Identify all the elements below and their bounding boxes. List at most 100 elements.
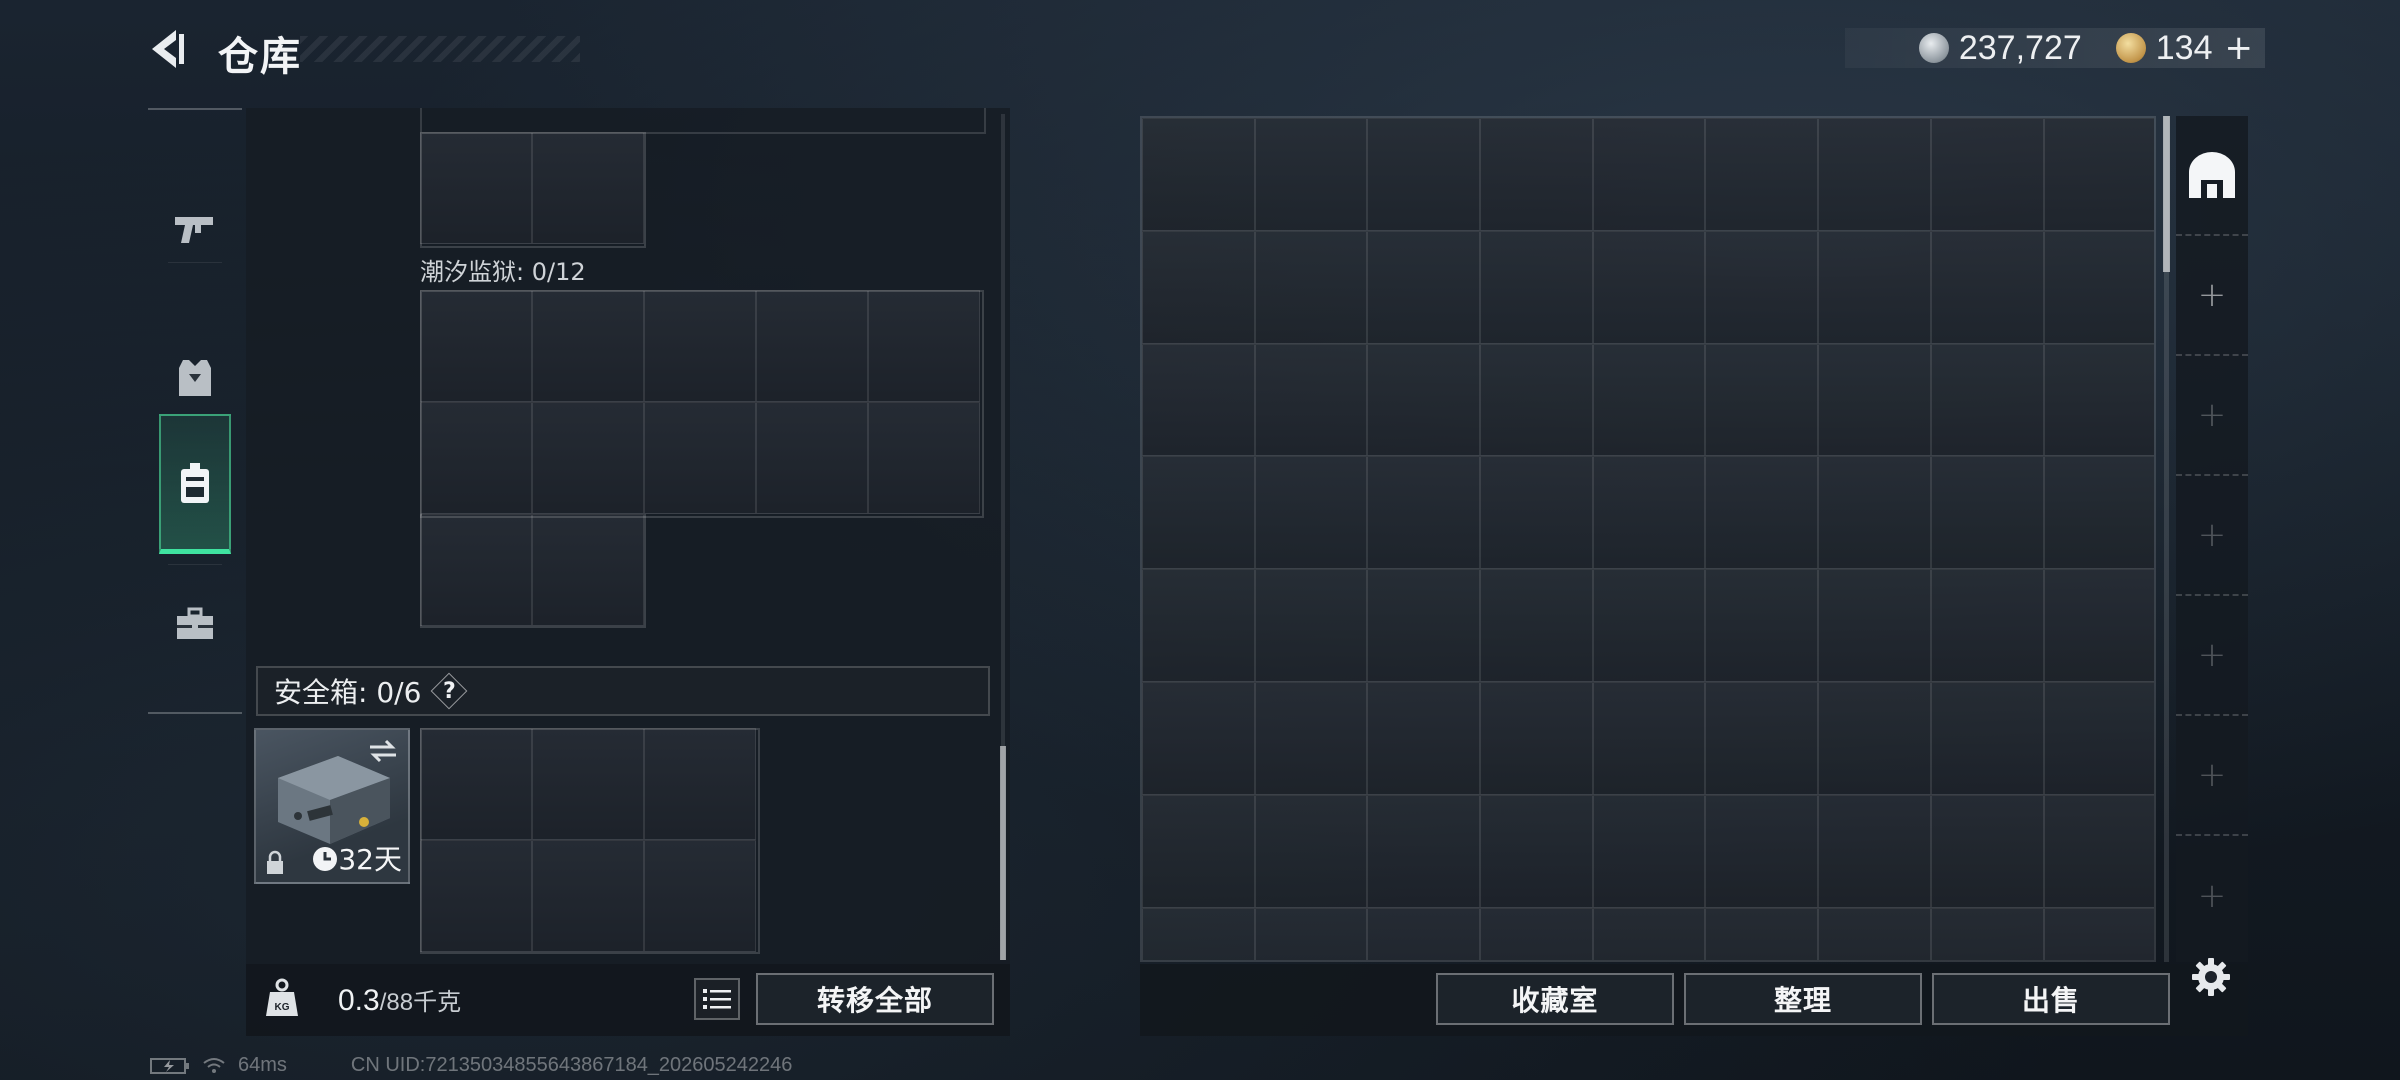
inventory-slot[interactable]	[420, 514, 532, 626]
inventory-slot[interactable]	[644, 402, 756, 514]
stash-slot[interactable]	[1480, 230, 1593, 344]
stash-slot[interactable]	[1592, 343, 1706, 457]
safe-box-slot[interactable]	[420, 728, 532, 840]
stash-slot[interactable]	[1930, 118, 2044, 231]
stash-slot[interactable]	[1480, 569, 1593, 682]
stash-slot[interactable]	[1592, 681, 1706, 795]
inventory-slot[interactable]	[868, 290, 980, 402]
safe-box-item[interactable]: 32天	[254, 728, 410, 884]
stash-slot[interactable]	[1367, 681, 1481, 795]
stash-slot[interactable]	[2043, 569, 2154, 682]
safe-box-slot[interactable]	[644, 728, 756, 840]
add-currency-button[interactable]: +	[2225, 28, 2254, 68]
stash-page-add[interactable]: +	[2176, 596, 2248, 716]
stash-slot[interactable]	[1142, 456, 1255, 570]
stash-page-add[interactable]: +	[2176, 356, 2248, 476]
stash-slot[interactable]	[1930, 230, 2044, 344]
stash-slot[interactable]	[1592, 794, 1706, 908]
stash-slot[interactable]	[1818, 907, 1931, 960]
tab-backpack[interactable]	[159, 414, 231, 554]
safe-box-slot[interactable]	[532, 840, 644, 952]
stash-slot[interactable]	[1480, 343, 1593, 457]
settings-gear-icon[interactable]	[2190, 956, 2232, 998]
stash-slot[interactable]	[1480, 681, 1593, 795]
stash-slot[interactable]	[1818, 343, 1931, 457]
stash-slot[interactable]	[1480, 907, 1593, 960]
stash-slot[interactable]	[1592, 569, 1706, 682]
inventory-slot[interactable]	[532, 290, 644, 402]
safe-box-slot[interactable]	[420, 840, 532, 952]
stash-slot[interactable]	[1818, 118, 1931, 231]
stash-slot[interactable]	[1254, 794, 1368, 908]
sell-button[interactable]: 出售	[1932, 973, 2170, 1025]
stash-slot[interactable]	[1818, 794, 1931, 908]
stash-slot[interactable]	[1818, 569, 1931, 682]
stash-slot[interactable]	[1592, 456, 1706, 570]
stash-scrollbar-thumb[interactable]	[2163, 116, 2170, 272]
stash-slot[interactable]	[1705, 907, 1819, 960]
inventory-slot[interactable]	[868, 402, 980, 514]
stash-slot[interactable]	[1930, 343, 2044, 457]
stash-slot[interactable]	[1592, 118, 1706, 231]
stash-slot[interactable]	[1254, 230, 1368, 344]
stash-slot[interactable]	[1142, 230, 1255, 344]
stash-page-add[interactable]: +	[2176, 836, 2248, 956]
stash-slot[interactable]	[2043, 230, 2154, 344]
stash-slot[interactable]	[1142, 907, 1255, 960]
stash-slot[interactable]	[2043, 118, 2154, 231]
stash-slot[interactable]	[1367, 794, 1481, 908]
stash-slot[interactable]	[1930, 907, 2044, 960]
swap-icon[interactable]	[366, 736, 400, 766]
stash-slot[interactable]	[1142, 118, 1255, 231]
stash-slot[interactable]	[1254, 343, 1368, 457]
tab-weapons[interactable]	[148, 160, 242, 300]
stash-slot[interactable]	[2043, 907, 2154, 960]
stash-slot[interactable]	[1367, 343, 1481, 457]
stash-slot[interactable]	[2043, 794, 2154, 908]
stash-slot[interactable]	[1480, 456, 1593, 570]
stash-slot[interactable]	[1705, 118, 1819, 231]
stash-page-add[interactable]: +	[2176, 236, 2248, 356]
stash-slot[interactable]	[1705, 230, 1819, 344]
inventory-slot[interactable]	[420, 290, 532, 402]
stash-slot[interactable]	[1705, 456, 1819, 570]
stash-slot[interactable]	[1930, 794, 2044, 908]
stash-slot[interactable]	[1705, 343, 1819, 457]
inventory-slot[interactable]	[532, 514, 644, 626]
stash-page-add[interactable]: +	[2176, 716, 2248, 836]
stash-slot[interactable]	[2043, 456, 2154, 570]
stash-slot[interactable]	[1367, 118, 1481, 231]
stash-slot[interactable]	[1818, 456, 1931, 570]
stash-slot[interactable]	[1930, 681, 2044, 795]
stash-slot[interactable]	[1142, 569, 1255, 682]
stash-slot[interactable]	[1254, 569, 1368, 682]
safe-box-slot[interactable]	[532, 728, 644, 840]
back-button[interactable]	[146, 26, 192, 72]
stash-slot[interactable]	[1254, 907, 1368, 960]
stash-slot[interactable]	[1367, 456, 1481, 570]
stash-slot[interactable]	[1142, 343, 1255, 457]
stash-page-add[interactable]: +	[2176, 476, 2248, 596]
sort-button[interactable]: 整理	[1684, 973, 1922, 1025]
stash-slot[interactable]	[1592, 230, 1706, 344]
stash-slot[interactable]	[1705, 681, 1819, 795]
stash-slot[interactable]	[1254, 118, 1368, 231]
inventory-slot[interactable]	[420, 402, 532, 514]
safe-box-slot[interactable]	[644, 840, 756, 952]
stash-slot[interactable]	[2043, 681, 2154, 795]
help-button[interactable]: ?	[431, 673, 467, 709]
transfer-all-button[interactable]: 转移全部	[756, 973, 994, 1025]
tab-toolbox[interactable]	[148, 554, 242, 694]
inventory-slot[interactable]	[420, 132, 532, 244]
collection-room-button[interactable]: 收藏室	[1436, 973, 1674, 1025]
list-view-button[interactable]	[694, 978, 740, 1020]
stash-slot[interactable]	[1367, 907, 1481, 960]
stash-slot[interactable]	[1142, 681, 1255, 795]
stash-slot[interactable]	[1367, 230, 1481, 344]
inventory-slot[interactable]	[532, 132, 644, 244]
stash-slot[interactable]	[1818, 230, 1931, 344]
stash-slot[interactable]	[1705, 794, 1819, 908]
stash-slot[interactable]	[1930, 456, 2044, 570]
stash-slot[interactable]	[1254, 456, 1368, 570]
stash-slot[interactable]	[1480, 118, 1593, 231]
